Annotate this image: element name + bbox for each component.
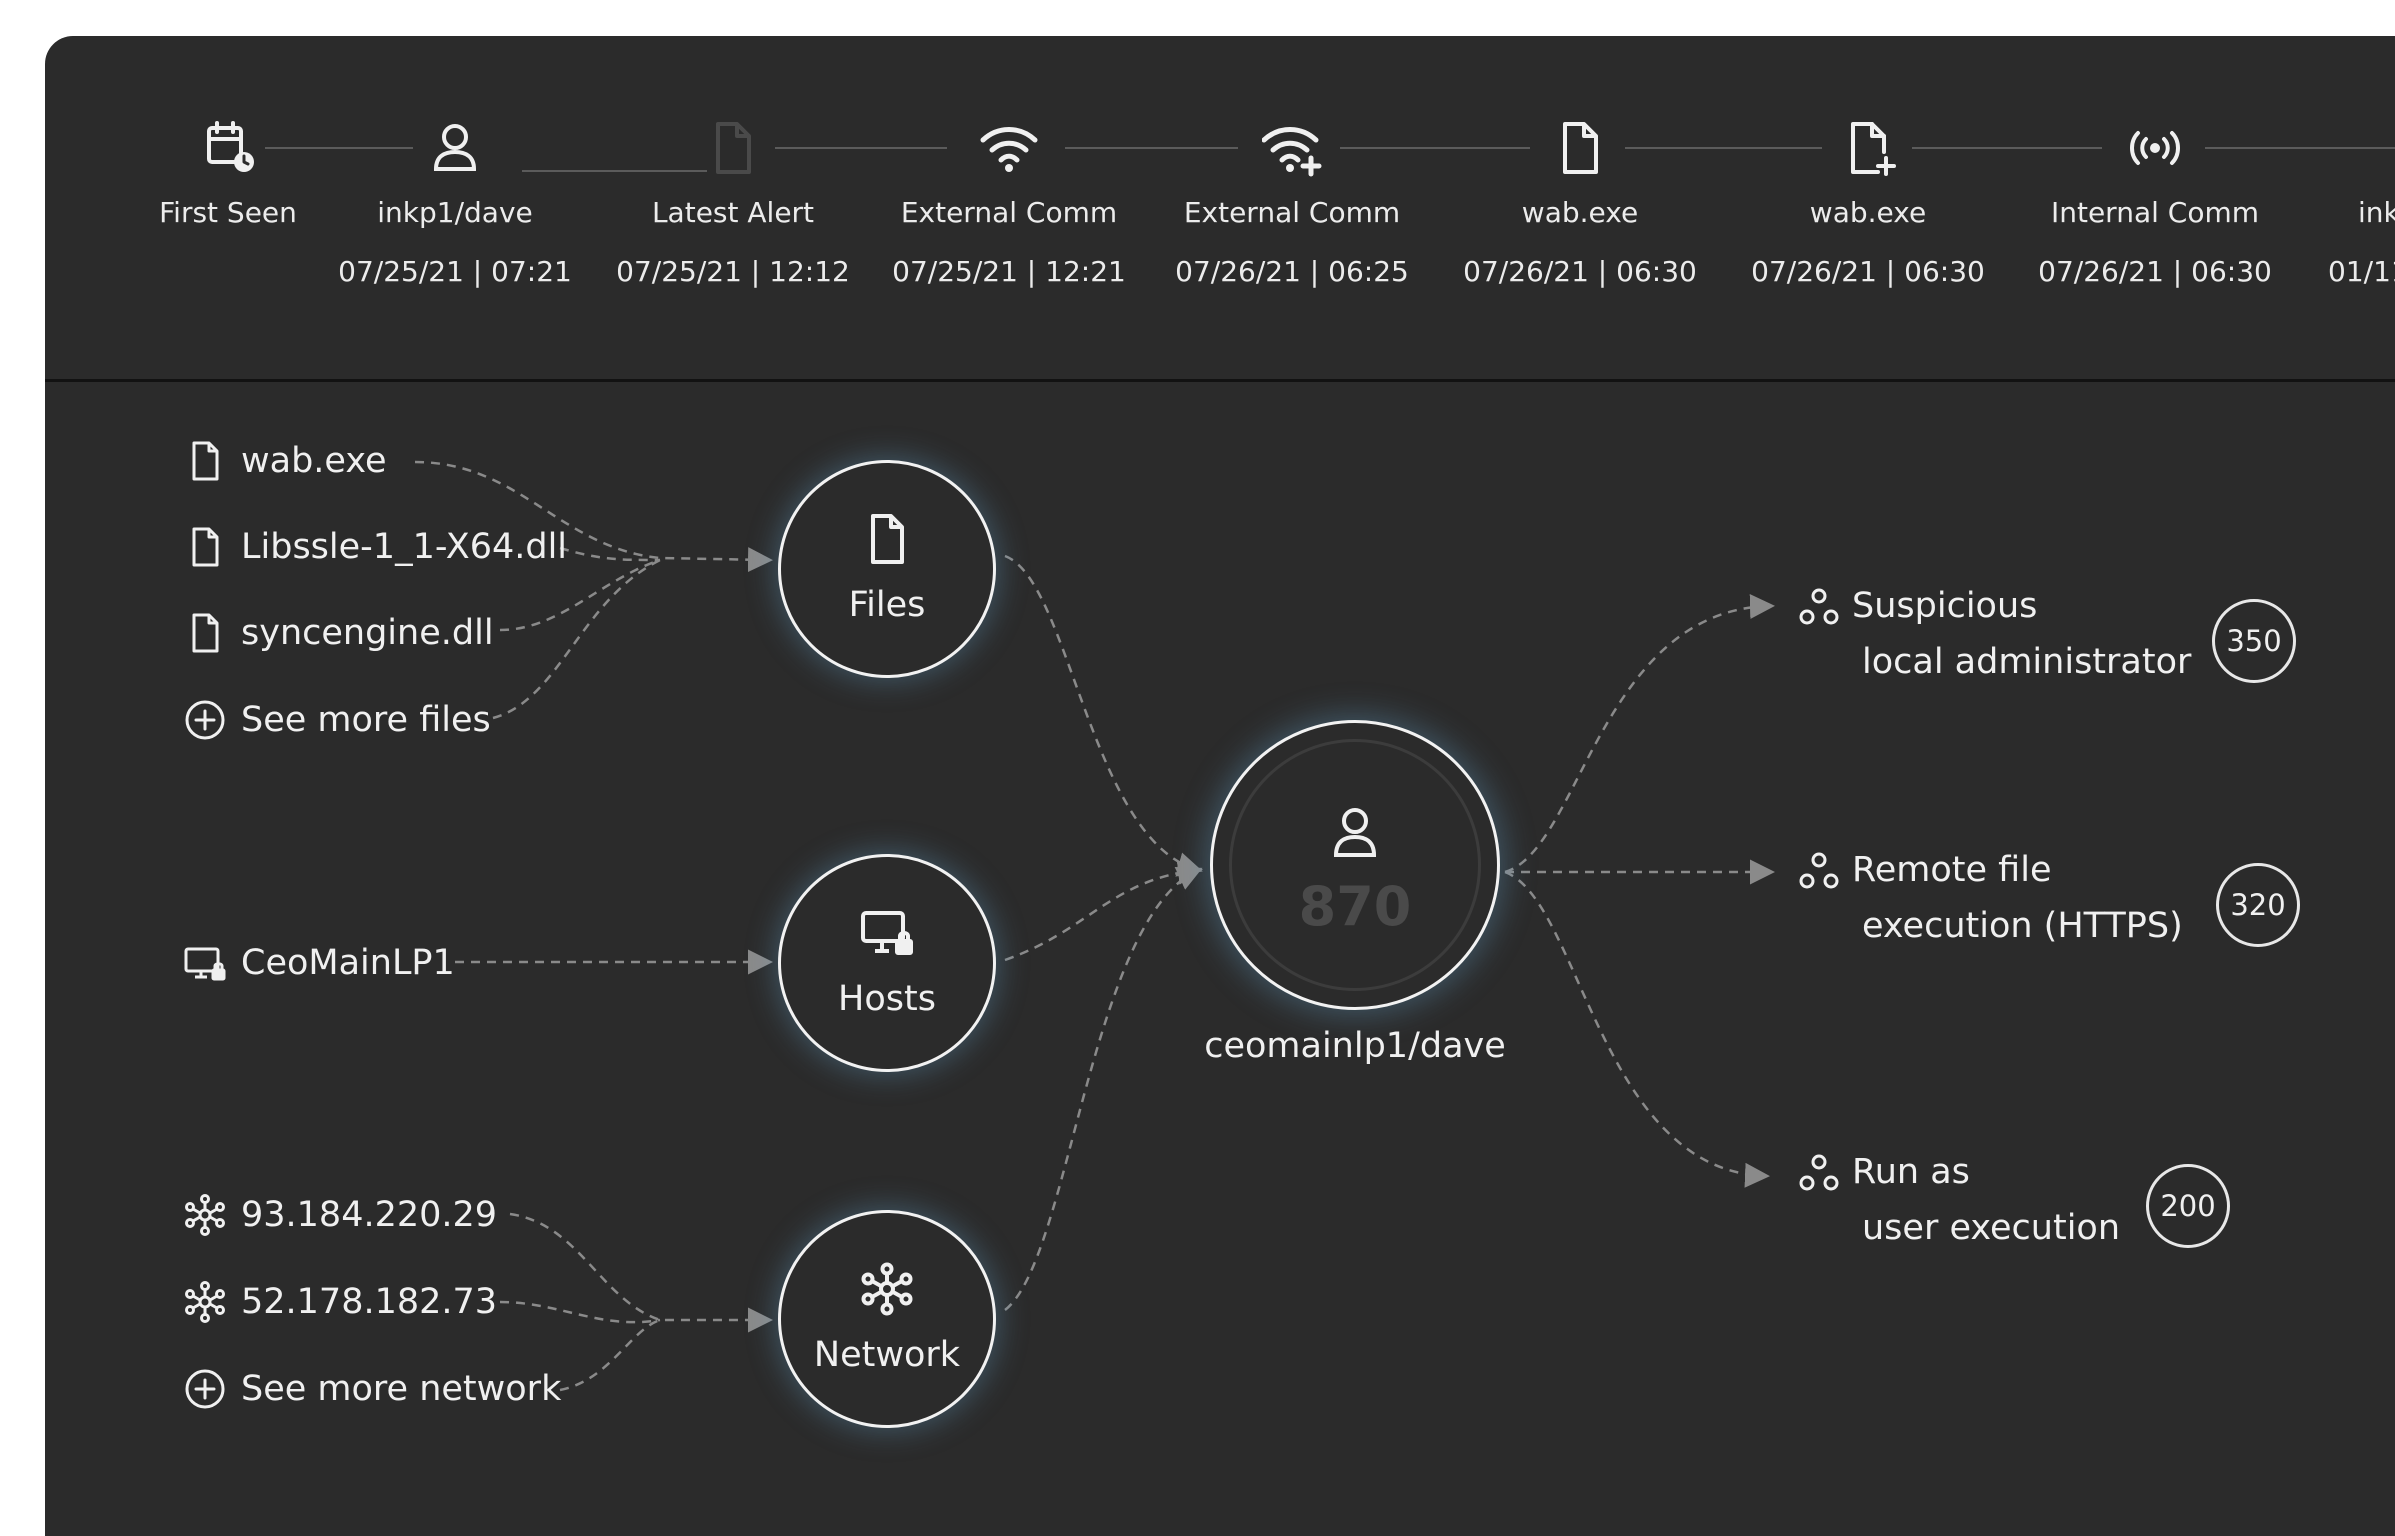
timeline-date: 07/26/21 | 06:25 (1175, 255, 1409, 288)
wifi-plus-icon (1262, 118, 1322, 178)
host-name: CeoMainLP1 (241, 943, 455, 983)
alert-cluster-icon (1797, 850, 1841, 894)
network-node-label: Network (813, 1335, 961, 1375)
file-icon (859, 511, 915, 567)
network-item[interactable]: 93.184.220.29 (183, 1187, 497, 1243)
alert-cluster-icon (1797, 1152, 1841, 1196)
user-icon (1326, 803, 1384, 861)
alert-title: Run as (1852, 1152, 1970, 1192)
timeline-label: inkp1/dave (377, 196, 533, 229)
file-item[interactable]: Libssle-1_1-X64.dll (183, 519, 567, 575)
timeline-connector (1340, 147, 1530, 149)
file-name: syncengine.dll (241, 613, 494, 653)
plus-circle-icon (183, 1367, 227, 1411)
wifi-icon (979, 118, 1039, 178)
timeline-label: Internal Comm (2050, 196, 2260, 229)
network-icon (183, 1193, 227, 1237)
network-icon (859, 1261, 915, 1317)
timeline-date: 07/26/21 | 06:30 (2038, 255, 2272, 288)
timeline-date: 07/25/21 | 12:21 (892, 255, 1126, 288)
monitor-lock-icon (859, 905, 915, 961)
timeline-label: External Comm (900, 196, 1118, 229)
file-name: Libssle-1_1-X64.dll (241, 527, 568, 567)
ip-address: 93.184.220.29 (241, 1195, 498, 1235)
alert-title: Suspicious (1852, 586, 2038, 626)
alert-title: Remote file (1852, 850, 2052, 890)
network-node[interactable]: Network (778, 1210, 996, 1428)
timeline-date: 07/25/21 | 12:12 (616, 255, 850, 288)
timeline-connector (522, 170, 707, 172)
timeline-connector (2205, 147, 2395, 149)
timeline-connector (1912, 147, 2102, 149)
file-icon (1550, 118, 1610, 178)
user-icon (425, 118, 485, 178)
alert-score-badge: 350 (2212, 599, 2296, 683)
calendar-clock-icon (200, 118, 260, 178)
score-ring (1229, 739, 1481, 991)
timeline-connector (775, 147, 947, 149)
timeline-connector (1065, 147, 1238, 149)
broadcast-icon (2125, 118, 2185, 178)
risk-score: 870 (1298, 875, 1412, 938)
timeline-label: wab.exe (1521, 196, 1639, 229)
host-item[interactable]: CeoMainLP1 (183, 935, 455, 991)
file-item[interactable]: syncengine.dll (183, 605, 494, 661)
alert-score-badge: 200 (2146, 1164, 2230, 1248)
alert-subtitle: local administrator (1862, 642, 2192, 682)
timeline-date: 07/26/21 | 06:30 (1751, 255, 1985, 288)
alert-cluster-icon (1797, 586, 1841, 630)
files-node[interactable]: Files (778, 460, 996, 678)
ip-address: 52.178.182.73 (241, 1282, 498, 1322)
timeline-connector (265, 147, 413, 149)
timeline-label: wab.exe (1809, 196, 1927, 229)
network-item[interactable]: 52.178.182.73 (183, 1274, 497, 1330)
alert-subtitle: execution (HTTPS) (1862, 906, 2183, 946)
timeline-label: Latest Alert (651, 196, 815, 229)
file-icon (703, 118, 763, 178)
alert-subtitle: user execution (1862, 1208, 2121, 1248)
see-more-files-link[interactable]: See more files (183, 692, 491, 748)
network-icon (183, 1280, 227, 1324)
files-node-label: Files (848, 585, 926, 625)
file-icon (183, 439, 227, 483)
timeline-date: 07/26/21 | 06:30 (1463, 255, 1697, 288)
see-more-network-link[interactable]: See more network (183, 1361, 561, 1417)
file-icon (183, 611, 227, 655)
monitor-lock-icon (183, 941, 227, 985)
user-name: ceomainlp1/dave (1204, 1026, 1506, 1066)
alert-score-badge: 320 (2216, 863, 2300, 947)
plus-circle-icon (183, 698, 227, 742)
file-plus-icon (1838, 118, 1898, 178)
file-name: wab.exe (241, 441, 387, 481)
hosts-node-label: Hosts (838, 979, 936, 1019)
see-more-label: See more network (241, 1369, 562, 1409)
timeline-label: ink (2358, 196, 2395, 229)
see-more-label: See more files (241, 700, 491, 740)
timeline-label: First Seen (159, 196, 297, 229)
file-icon (183, 525, 227, 569)
hosts-node[interactable]: Hosts (778, 854, 996, 1072)
timeline-connector (1625, 147, 1822, 149)
timeline-label: External Comm (1183, 196, 1401, 229)
timeline-date: 07/25/21 | 07:21 (338, 255, 572, 288)
file-item[interactable]: wab.exe (183, 433, 387, 489)
timeline-date: 01/11 (2328, 255, 2395, 288)
user-risk-node[interactable]: 870 (1210, 720, 1500, 1010)
